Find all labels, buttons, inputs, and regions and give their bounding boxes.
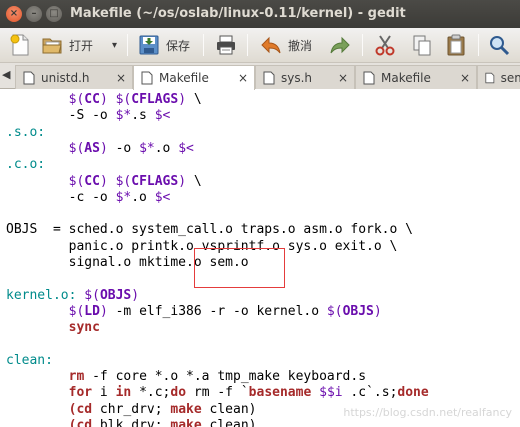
- folder-open-icon: [42, 38, 62, 54]
- minimize-icon: –: [31, 8, 37, 19]
- open-label: 打开: [69, 38, 94, 53]
- undo-label: 撤消: [288, 38, 313, 53]
- open-recent-dropdown[interactable]: ▾: [112, 32, 117, 58]
- paste-button[interactable]: [444, 32, 468, 58]
- window-maximize-button[interactable]: □: [46, 6, 62, 22]
- file-icon: [23, 71, 35, 84]
- copy-icon: [413, 35, 431, 56]
- code-line: clean:: [6, 352, 53, 368]
- tabs-scroll-left-button[interactable]: ◀: [2, 68, 10, 81]
- tab-sys-h[interactable]: sys.h ×: [255, 65, 355, 89]
- print-button[interactable]: [214, 32, 238, 58]
- tab-label: unistd.h: [41, 70, 90, 85]
- tab-label: Makefile: [381, 70, 431, 85]
- tab-sem[interactable]: sem: [477, 65, 520, 89]
- save-button[interactable]: 保存: [137, 32, 190, 58]
- document-tabs: ◀ unistd.h × Makefile × sys.h × Makefile…: [0, 63, 520, 90]
- code-line: kernel.o: $(OBJS): [6, 287, 140, 303]
- save-icon: [139, 35, 159, 55]
- toolbar-separator: [247, 34, 248, 56]
- code-line: .s.o:: [6, 124, 46, 140]
- scissors-icon: [375, 35, 395, 56]
- toolbar-separator: [478, 34, 479, 56]
- toolbar-separator: [127, 34, 128, 56]
- chevron-down-icon: ▾: [112, 39, 118, 51]
- tab-label: sem: [500, 70, 520, 85]
- code-line: -S -o $*.s $<: [6, 108, 171, 124]
- file-icon: [263, 71, 275, 84]
- undo-button[interactable]: 撤消: [259, 32, 312, 58]
- code-line: (cd chr_drv; make clean): [68, 401, 257, 417]
- title-bar: × – □ Makefile (~/os/oslab/linux-0.11/ke…: [0, 0, 520, 28]
- toolbar-separator: [362, 34, 363, 56]
- highlight-annotation-box: [194, 248, 285, 288]
- code-line: rm -f core *.o *.a tmp_make keyboard.s: [68, 369, 367, 385]
- code-line: $(CC) $(CFLAGS) \: [68, 92, 202, 107]
- tab-label: Makefile: [159, 71, 209, 85]
- new-document-icon: [10, 34, 29, 56]
- window-close-button[interactable]: ×: [6, 6, 22, 22]
- code-line: (cd blk_drv; make clean): [68, 418, 257, 427]
- copy-button[interactable]: [410, 32, 434, 58]
- close-icon[interactable]: ×: [116, 71, 126, 85]
- undo-icon: [261, 36, 281, 54]
- chevron-left-icon: ◀: [2, 68, 11, 81]
- file-icon: [485, 72, 495, 83]
- code-line: $(CC) $(CFLAGS) \: [68, 173, 202, 189]
- redo-button[interactable]: [328, 32, 352, 58]
- tab-makefile-active[interactable]: Makefile ×: [133, 65, 255, 90]
- code-line: sync: [68, 320, 100, 336]
- code-line: -c -o $*.o $<: [6, 189, 171, 205]
- find-button[interactable]: [487, 32, 511, 58]
- toolbar-separator: [203, 34, 204, 56]
- tab-label: sys.h: [281, 70, 313, 85]
- file-icon: [141, 71, 153, 85]
- printer-icon: [217, 35, 235, 55]
- window-minimize-button[interactable]: –: [26, 6, 42, 22]
- watermark: https://blog.csdn.net/realfancy: [343, 406, 512, 419]
- paste-icon: [447, 34, 465, 56]
- save-label: 保存: [166, 38, 191, 53]
- window-title: Makefile (~/os/oslab/linux-0.11/kernel) …: [70, 6, 406, 21]
- close-icon[interactable]: ×: [460, 71, 470, 85]
- close-icon[interactable]: ×: [238, 71, 248, 85]
- search-icon: [490, 36, 510, 56]
- maximize-icon: □: [49, 8, 59, 19]
- close-icon[interactable]: ×: [338, 71, 348, 85]
- file-icon: [363, 71, 375, 84]
- close-icon: ×: [9, 8, 19, 19]
- tab-unistd-h[interactable]: unistd.h ×: [15, 65, 133, 89]
- toolbar: 打开 ▾ 保存 撤消: [0, 28, 520, 63]
- code-line: for i in *.c;do rm -f `basename $$i .c`.…: [68, 385, 429, 401]
- open-button[interactable]: 打开: [40, 32, 93, 58]
- new-document-button[interactable]: [8, 32, 32, 58]
- code-line: OBJS = sched.o system_call.o traps.o asm…: [6, 222, 413, 238]
- code-line: .c.o:: [6, 157, 46, 173]
- redo-icon: [330, 36, 350, 54]
- code-line: $(AS) -o $*.o $<: [68, 140, 194, 156]
- code-line: $(LD) -m elf_i386 -r -o kernel.o $(OBJS): [68, 303, 382, 319]
- tab-makefile-2[interactable]: Makefile ×: [355, 65, 477, 89]
- cut-button[interactable]: [373, 32, 397, 58]
